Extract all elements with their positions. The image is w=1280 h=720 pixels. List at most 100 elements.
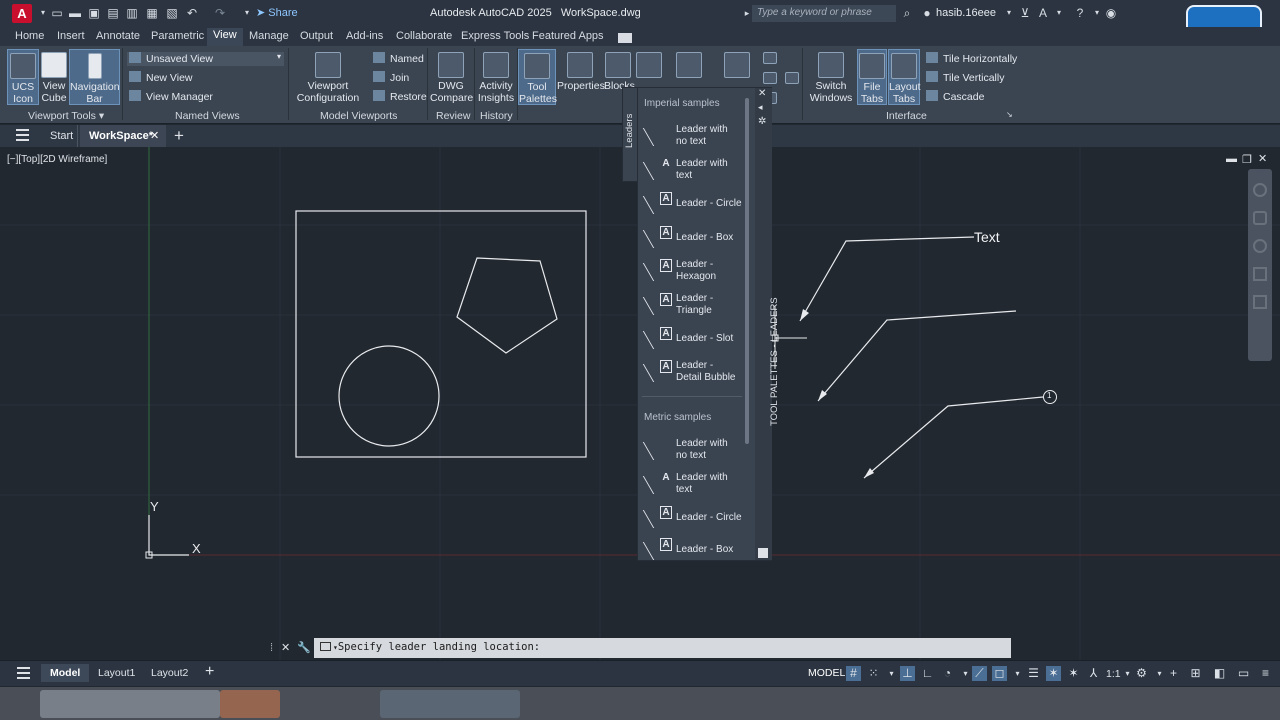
palette-item-leader-text[interactable]: A Leader with text: [642, 158, 748, 182]
lineweight-icon[interactable]: ☰: [1026, 666, 1041, 681]
rectangle-shape[interactable]: [295, 210, 587, 458]
user-icon[interactable]: ●: [920, 6, 934, 20]
dwg-compare-button[interactable]: DWG Compare: [430, 49, 473, 105]
file-tabs-button[interactable]: File Tabs: [857, 49, 887, 105]
polar-tracking-icon[interactable]: ◔: [940, 666, 955, 681]
viewport-tools-title[interactable]: Viewport Tools ▾: [28, 110, 104, 122]
design-center-button[interactable]: [722, 49, 752, 83]
help-icon[interactable]: ?: [1073, 6, 1087, 20]
isolate-objects-icon[interactable]: ◧: [1212, 666, 1227, 681]
isometric-drafting-icon[interactable]: ⟋: [972, 666, 987, 681]
palette-item-leader-triangle[interactable]: A Leader - Triangle: [642, 293, 748, 317]
layout1-tab[interactable]: Layout1: [98, 667, 135, 679]
autodesk-app-icon[interactable]: A: [1036, 6, 1050, 20]
restore-viewports-button[interactable]: Restore: [373, 90, 427, 103]
tab-output[interactable]: Output: [300, 30, 333, 42]
tab-express-tools[interactable]: Express Tools: [461, 30, 529, 42]
join-viewports-button[interactable]: Join: [373, 71, 409, 84]
viewport-restore-icon[interactable]: ❐: [1242, 153, 1252, 166]
snap-dropdown-icon[interactable]: ▾: [884, 666, 899, 681]
grid-display-icon[interactable]: #: [846, 666, 861, 681]
palette-small-1-icon[interactable]: [762, 52, 778, 68]
tab-annotate[interactable]: Annotate: [96, 30, 140, 42]
open-web-icon[interactable]: ▥: [125, 6, 139, 20]
annotation-monitor-plus-icon[interactable]: +: [1166, 666, 1181, 681]
tab-add-ins[interactable]: Add-ins: [346, 30, 383, 42]
palette-close-icon[interactable]: ✕: [758, 88, 766, 99]
layout-tabs-button[interactable]: Layout Tabs: [888, 49, 921, 105]
leader-no-text[interactable]: [817, 310, 1017, 402]
palette-item-metric-leader-box[interactable]: A Leader - Box: [642, 538, 748, 562]
hamburger-menu-icon[interactable]: [16, 129, 29, 141]
palette-properties-icon[interactable]: ✲: [758, 116, 766, 127]
share-button[interactable]: ➤ Share: [256, 6, 298, 19]
user-name[interactable]: hasib.16eee: [936, 7, 996, 19]
zoom-icon[interactable]: [1253, 239, 1267, 253]
autocad-logo-icon[interactable]: A: [12, 4, 32, 23]
viewport-close-icon[interactable]: ✕: [1258, 152, 1267, 165]
named-viewports-button[interactable]: Named: [373, 52, 424, 65]
layout2-tab[interactable]: Layout2: [151, 667, 188, 679]
model-space-button[interactable]: MODEL: [806, 666, 847, 680]
tab-manage[interactable]: Manage: [249, 30, 289, 42]
search-input[interactable]: Type a keyword or phrase: [752, 5, 896, 22]
viewport-minimize-icon[interactable]: ▬: [1226, 153, 1237, 165]
showmotion-icon[interactable]: [1253, 295, 1267, 309]
navigation-bar-button[interactable]: Navigation Bar: [69, 49, 120, 105]
leader-with-text[interactable]: [799, 236, 975, 322]
user-dropdown-icon[interactable]: ▾: [1002, 6, 1016, 20]
chat-icon[interactable]: ◉: [1104, 6, 1118, 20]
orbit-icon[interactable]: [1253, 267, 1267, 281]
palette-item-leader-circle[interactable]: A Leader - Circle: [642, 192, 748, 216]
dynamic-input-icon[interactable]: ⊥: [900, 666, 915, 681]
markup-button[interactable]: [676, 49, 702, 83]
plot-icon[interactable]: ▧: [165, 6, 179, 20]
tile-horizontally-button[interactable]: Tile Horizontally: [926, 52, 1017, 65]
start-tab[interactable]: Start: [40, 125, 78, 147]
properties-button[interactable]: Properties: [557, 49, 605, 105]
tab-view[interactable]: View: [207, 28, 243, 46]
command-close-icon[interactable]: ✕: [281, 641, 290, 654]
new-view-button[interactable]: New View: [129, 71, 193, 84]
save-as-icon[interactable]: ▤: [106, 6, 120, 20]
pan-icon[interactable]: [1253, 211, 1267, 225]
palette-item-leader-slot[interactable]: A Leader - Slot: [642, 327, 748, 351]
customization-menu-icon[interactable]: ≡: [1258, 666, 1273, 681]
dialog-launcher-icon[interactable]: ↘: [1006, 110, 1013, 119]
object-snap-tracking-icon[interactable]: ◻: [992, 666, 1007, 681]
switch-windows-button[interactable]: Switch Windows: [808, 49, 854, 105]
palette-item-leader-detail-bubble[interactable]: A Leader - Detail Bubble: [642, 360, 748, 384]
close-tab-icon[interactable]: ✕: [150, 129, 159, 142]
osnap-dropdown-icon[interactable]: ▾: [1010, 666, 1025, 681]
ortho-mode-icon[interactable]: ∟: [920, 666, 935, 681]
clean-screen-icon[interactable]: ▭: [1236, 666, 1251, 681]
palette-stack-icon[interactable]: [758, 548, 768, 558]
annotation-visibility-icon[interactable]: ✶: [1046, 666, 1061, 681]
snap-mode-icon[interactable]: ⁙: [866, 666, 881, 681]
redo-icon[interactable]: ↷: [213, 6, 227, 20]
steering-wheel-icon[interactable]: [1253, 183, 1267, 197]
scale-dropdown-icon[interactable]: ▾: [1120, 666, 1135, 681]
palette-autohide-icon[interactable]: ◂: [758, 102, 763, 113]
tab-collaborate[interactable]: Collaborate: [396, 30, 452, 42]
tool-palettes-button[interactable]: Tool Palettes: [518, 49, 557, 105]
tile-vertically-button[interactable]: Tile Vertically: [926, 71, 1004, 84]
palette-item-leader-box[interactable]: A Leader - Box: [642, 226, 748, 250]
model-tab[interactable]: Model: [41, 664, 90, 682]
cascade-button[interactable]: Cascade: [926, 90, 984, 103]
view-cube-button[interactable]: View Cube: [40, 49, 68, 105]
workspace-dropdown-icon[interactable]: ▾: [1152, 666, 1167, 681]
view-manager-button[interactable]: View Manager: [129, 90, 213, 103]
palette-item-leader-no-text[interactable]: Leader with no text: [642, 124, 748, 148]
save-icon[interactable]: ▣: [87, 6, 101, 20]
annotation-scale-value[interactable]: 1:1: [1106, 668, 1121, 680]
workspace-file-tab[interactable]: WorkSpace* ✕: [80, 125, 166, 147]
tab-featured-apps[interactable]: Featured Apps: [532, 30, 604, 42]
ribbon-minimize-icon[interactable]: [618, 33, 632, 43]
command-line-input[interactable]: ▾Specify leader landing location:: [314, 638, 1011, 658]
pentagon-shape[interactable]: [456, 257, 558, 354]
tab-parametric[interactable]: Parametric: [151, 30, 204, 42]
activity-insights-button[interactable]: Activity Insights: [476, 49, 516, 105]
apps-dropdown-icon[interactable]: ▾: [1052, 6, 1066, 20]
workspace-gear-icon[interactable]: ⚙: [1134, 666, 1149, 681]
